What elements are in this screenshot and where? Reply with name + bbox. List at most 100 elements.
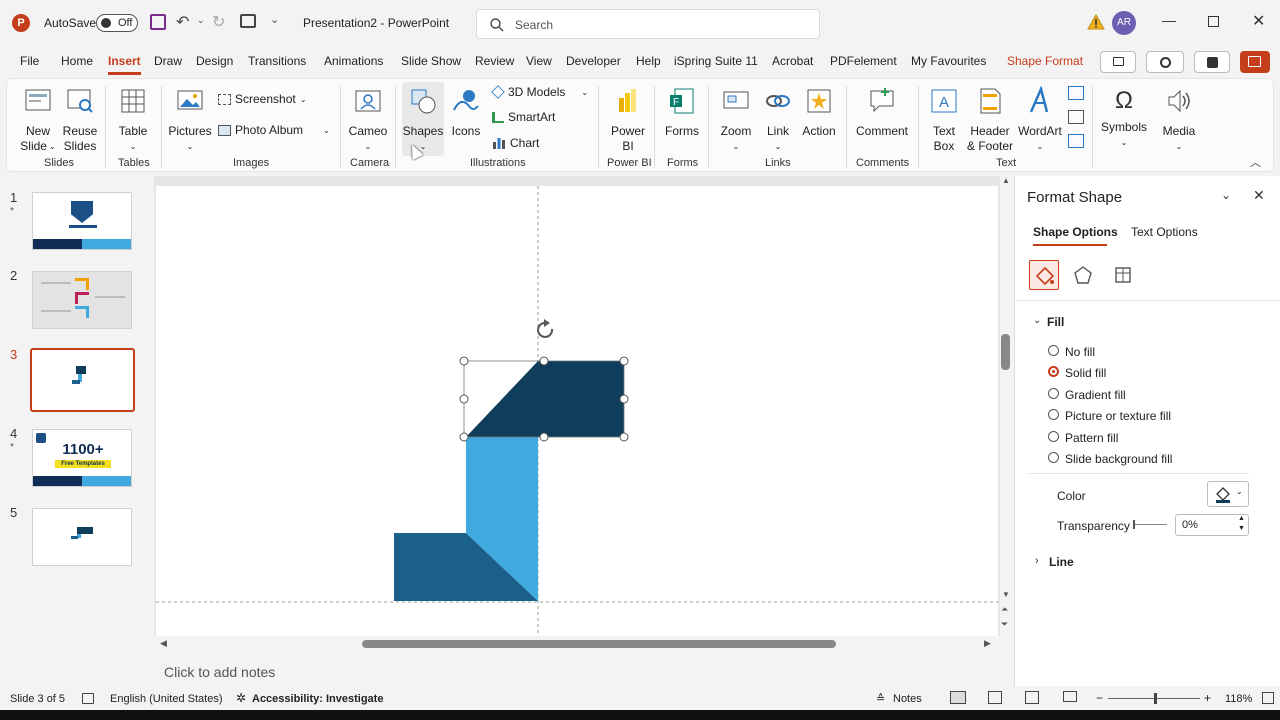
solid-fill-label[interactable]: Solid fill [1065, 366, 1106, 380]
redo-icon[interactable]: ↻ [212, 12, 225, 32]
resize-handle[interactable] [619, 356, 629, 366]
chart-button[interactable]: Chart [492, 136, 539, 150]
line-expand-chevron-icon[interactable]: › [1035, 555, 1039, 567]
tab-ispring[interactable]: iSpring Suite 11 [674, 54, 758, 74]
zoom-out-icon[interactable]: − [1096, 691, 1103, 705]
power-bi-button[interactable]: Power BI [608, 86, 648, 154]
scroll-down-icon[interactable]: ▼ [1002, 590, 1010, 599]
top-rect-shape[interactable] [538, 361, 624, 437]
notes-area[interactable]: Click to add notes [150, 656, 1014, 686]
table-button[interactable]: Table ⌄ [114, 86, 152, 154]
comments-button[interactable] [1100, 51, 1136, 73]
next-slide-icon[interactable]: ⏷ [1001, 619, 1008, 630]
undo-icon[interactable]: ↶ [176, 12, 189, 32]
scroll-right-icon[interactable]: ▶ [984, 638, 991, 649]
scroll-left-icon[interactable]: ◀ [160, 638, 167, 649]
resize-handle[interactable] [619, 394, 629, 404]
resize-handle[interactable] [459, 356, 469, 366]
resize-handle[interactable] [459, 394, 469, 404]
no-fill-radio[interactable] [1048, 345, 1059, 356]
scroll-thumb[interactable] [1001, 334, 1010, 370]
tab-view[interactable]: View [526, 54, 552, 74]
tab-pdfelement[interactable]: PDFelement [830, 54, 897, 74]
present-icon[interactable] [240, 14, 256, 28]
pattern-fill-label[interactable]: Pattern fill [1065, 431, 1118, 445]
share-button[interactable] [1240, 51, 1270, 73]
slide-sorter-icon[interactable] [988, 691, 1002, 704]
user-avatar[interactable]: AR [1112, 11, 1136, 35]
accessibility-status[interactable]: Accessibility: Investigate [252, 693, 383, 705]
picture-fill-radio[interactable] [1048, 409, 1059, 420]
resize-handle[interactable] [539, 356, 549, 366]
tab-design[interactable]: Design [196, 54, 233, 74]
link-button[interactable]: Link ⌄ [760, 86, 796, 154]
screenshot-button[interactable]: Screenshot ⌄ [218, 92, 306, 106]
zoom-button[interactable]: Zoom ⌄ [716, 86, 756, 154]
pattern-fill-radio[interactable] [1048, 431, 1059, 442]
slide-canvas[interactable] [156, 186, 998, 636]
comment-button[interactable]: Comment [854, 86, 910, 139]
picture-fill-label[interactable]: Picture or texture fill [1065, 409, 1171, 423]
record-button[interactable] [1146, 51, 1184, 73]
icons-button[interactable]: Icons [448, 86, 484, 139]
gradient-fill-label[interactable]: Gradient fill [1065, 388, 1126, 402]
previous-slide-icon[interactable]: ⏶ [1001, 604, 1008, 615]
fit-to-window-icon[interactable] [1262, 692, 1274, 704]
spelling-check-icon[interactable] [82, 693, 94, 704]
zoom-slider[interactable] [1108, 693, 1200, 704]
fill-section-header[interactable]: Fill [1047, 315, 1064, 329]
tab-review[interactable]: Review [475, 54, 514, 74]
tab-acrobat[interactable]: Acrobat [772, 54, 813, 74]
tab-my-favourites[interactable]: My Favourites [911, 54, 986, 74]
3d-models-button[interactable]: 3D Models ⌄ [491, 85, 588, 99]
tab-developer[interactable]: Developer [566, 54, 621, 74]
horizontal-scrollbar[interactable]: ◀ ▶ [156, 638, 1000, 650]
shapes-button[interactable]: Shapes ⌄ [402, 82, 444, 156]
slide-thumbnail[interactable] [32, 508, 132, 566]
spin-up-icon[interactable]: ▲ [1238, 515, 1245, 522]
search-box[interactable]: Search [476, 9, 820, 39]
close-window-icon[interactable]: ✕ [1252, 11, 1265, 31]
size-properties-icon[interactable] [1113, 265, 1133, 285]
tab-draw[interactable]: Draw [154, 54, 182, 74]
slide-thumbnail[interactable] [32, 271, 132, 329]
minimize-icon[interactable]: — [1162, 12, 1176, 28]
slide-thumbnail[interactable]: 1100+ Free Templates [32, 429, 132, 487]
transparency-slider[interactable] [1133, 520, 1167, 529]
tab-home[interactable]: Home [61, 54, 93, 74]
scroll-up-icon[interactable]: ▲ [1002, 176, 1010, 185]
object-icon[interactable] [1068, 134, 1084, 148]
header-footer-button[interactable]: Header & Footer [966, 86, 1014, 154]
fill-line-tab[interactable] [1029, 260, 1059, 290]
forms-button[interactable]: F Forms [662, 86, 702, 139]
normal-view-icon[interactable] [950, 691, 966, 704]
symbols-button[interactable]: Ω Symbols ⌄ [1098, 86, 1150, 150]
restore-icon[interactable] [1208, 16, 1219, 27]
photo-album-button[interactable]: Photo Album ⌄ [218, 123, 330, 137]
tab-shape-options[interactable]: Shape Options [1033, 225, 1118, 239]
teams-button[interactable] [1194, 51, 1230, 73]
rotate-handle-icon[interactable] [537, 319, 554, 338]
line-section-header[interactable]: Line [1049, 555, 1074, 569]
zoom-slider-thumb[interactable] [1154, 693, 1157, 704]
media-button[interactable]: Media ⌄ [1156, 86, 1202, 154]
vertical-scrollbar[interactable]: ▲ ▼ ⏶ ⏷ [1000, 176, 1012, 636]
slider-thumb[interactable] [1133, 520, 1135, 529]
effects-pentagon-icon[interactable] [1073, 265, 1093, 285]
no-fill-label[interactable]: No fill [1065, 345, 1095, 359]
fill-collapse-chevron-icon[interactable]: ⌄ [1033, 315, 1041, 326]
collapse-ribbon-icon[interactable]: ︿ [1250, 154, 1261, 170]
save-icon[interactable] [150, 14, 166, 30]
tab-insert[interactable]: Insert [108, 54, 141, 75]
slide-thumbnail[interactable] [32, 192, 132, 250]
spin-down-icon[interactable]: ▼ [1238, 525, 1245, 532]
date-time-icon[interactable] [1068, 86, 1084, 100]
tab-help[interactable]: Help [636, 54, 661, 74]
warning-icon[interactable] [1087, 14, 1105, 30]
transparency-input[interactable]: 0% ▲ ▼ [1175, 514, 1249, 536]
tab-text-options[interactable]: Text Options [1131, 225, 1198, 239]
action-button[interactable]: Action [800, 86, 838, 139]
scroll-thumb[interactable] [362, 640, 836, 648]
autosave-toggle[interactable]: Off [96, 14, 138, 32]
wordart-button[interactable]: WordArt ⌄ [1018, 85, 1062, 154]
